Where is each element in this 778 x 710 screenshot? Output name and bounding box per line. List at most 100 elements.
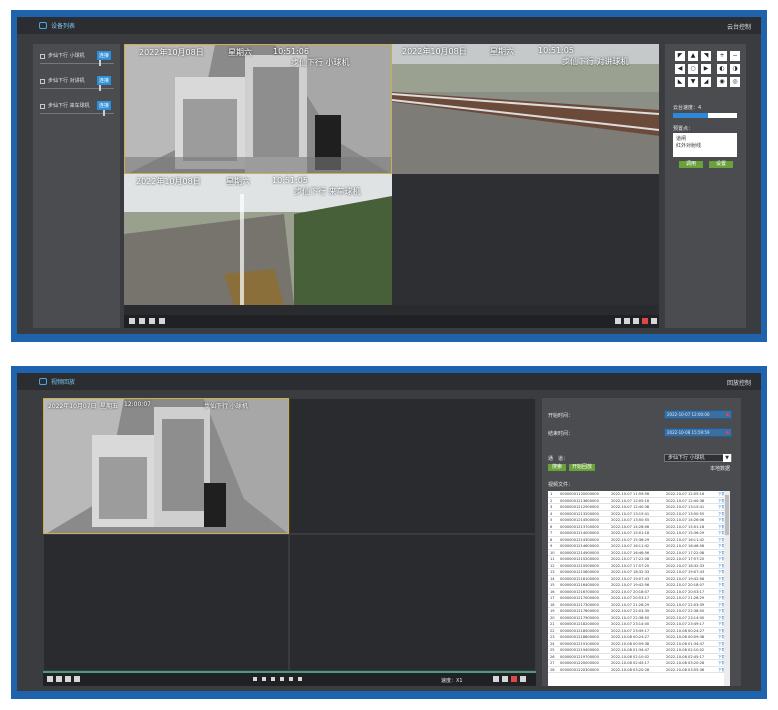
layout-4-icon[interactable]	[56, 676, 62, 682]
record-icon[interactable]	[511, 676, 517, 682]
ptz-up-right-icon[interactable]: ◥	[701, 51, 711, 61]
osd-date: 2022年10月08日	[402, 47, 467, 56]
ptz-control-tab[interactable]: 云台控制	[727, 22, 751, 31]
start-playback-button[interactable]: 开始回放	[569, 464, 595, 471]
ptz-down-right-icon[interactable]: ◢	[701, 77, 711, 87]
camera-name: 步仙下行 对讲机	[48, 78, 85, 84]
panel-title: 视频回放	[51, 379, 76, 386]
playback-video-grid: 2022年10月07日 星期五 12:00:07 步仙下行 小球机 速度：X1	[43, 398, 536, 686]
layout-1-icon[interactable]	[47, 676, 53, 682]
fast-icon[interactable]	[289, 677, 293, 681]
slow-icon[interactable]	[271, 677, 275, 681]
playback-cell-empty[interactable]	[289, 398, 536, 534]
volume-slider-handle[interactable]	[103, 110, 105, 116]
stop-icon[interactable]	[624, 318, 630, 324]
start-time-field[interactable]: 2022-10-07 12:00:00	[664, 410, 732, 419]
camera-checkbox[interactable]	[40, 104, 45, 109]
start-time-value: 2022-10-07 12:00:00	[667, 412, 710, 417]
pause-icon[interactable]	[280, 677, 284, 681]
ptz-speed-slider[interactable]	[673, 113, 737, 118]
iris-close-icon[interactable]: ◎	[730, 77, 740, 87]
layout-9-icon[interactable]	[149, 318, 155, 324]
playback-cell-empty[interactable]	[43, 534, 289, 671]
channel-value: 步仙下行 小球机	[668, 455, 705, 461]
row-number: 28	[550, 667, 555, 672]
connect-button[interactable]: 连接	[97, 76, 112, 85]
capture-icon[interactable]	[493, 676, 499, 682]
calendar-icon[interactable]	[726, 413, 729, 416]
zoom-in-icon[interactable]: +	[717, 51, 727, 61]
ptz-speed-label: 云台速度：	[673, 105, 699, 111]
connect-button[interactable]: 连接	[97, 101, 112, 110]
device-list-window: 设备列表 云台控制 步仙下行 小球机 连接 步仙下行 对讲机 连接 步仙下行 来…	[17, 17, 761, 334]
preset-item[interactable]: 道闸	[673, 136, 737, 143]
ptz-up-icon[interactable]: ▲	[688, 51, 698, 61]
set-preset-button[interactable]: 设置	[709, 161, 733, 168]
ptz-right-icon[interactable]: ▶	[701, 64, 711, 74]
focus-near-icon[interactable]: ◐	[717, 64, 727, 74]
volume-slider-handle[interactable]	[99, 60, 101, 66]
step-icon[interactable]	[298, 677, 302, 681]
video-cell-small-dome[interactable]: 2022年10月08日 星期六 10:51:06 步仙下行 小球机	[124, 44, 392, 174]
playback-cell-empty[interactable]	[289, 534, 536, 671]
video-cell-intercom[interactable]: 2022年10月08日 星期六 10:51:05 步仙下行 对讲球机	[392, 44, 659, 174]
capture-icon[interactable]	[615, 318, 621, 324]
play-icon[interactable]	[253, 677, 257, 681]
layout-1-icon[interactable]	[129, 318, 135, 324]
osd-date: 2022年10月07日	[48, 403, 97, 410]
scrollbar-thumb[interactable]	[725, 495, 729, 535]
video-toolbar	[124, 315, 659, 328]
volume-slider-handle[interactable]	[99, 85, 101, 91]
fullscreen-icon[interactable]	[520, 676, 526, 682]
iris-open-icon[interactable]: ◉	[717, 77, 727, 87]
osd-time: 10:51:05	[538, 46, 574, 55]
video-cell-incoming-dome[interactable]: 2022年10月08日 星期六 10:51:05 步仙下行 来车球机	[124, 174, 392, 305]
end-time-label: 结束时间：	[548, 431, 574, 437]
volume-track	[40, 63, 114, 64]
chevron-down-icon: ▼	[723, 454, 731, 462]
title-bar: 视频回放 回放控制	[17, 373, 761, 390]
file-table-scrollbar[interactable]	[724, 491, 730, 686]
focus-far-icon[interactable]: ◑	[730, 64, 740, 74]
ptz-down-left-icon[interactable]: ◣	[675, 77, 685, 87]
layout-16-icon[interactable]	[74, 676, 80, 682]
ptz-down-icon[interactable]: ▼	[688, 77, 698, 87]
fullscreen-icon[interactable]	[651, 318, 657, 324]
camera-item[interactable]: 步仙下行 小球机 连接	[33, 50, 120, 75]
playback-panel: 视频回放 回放控制 2022年10月07日 星期五 12:00:07 步仙下行 …	[11, 366, 767, 699]
panel-title: 设备列表	[51, 23, 76, 30]
camera-item[interactable]: 步仙下行 来车球机 连接	[33, 100, 120, 125]
playback-cell-small-dome[interactable]: 2022年10月07日 星期五 12:00:07 步仙下行 小球机	[43, 398, 289, 534]
local-data-link[interactable]: 本地数据	[710, 465, 730, 472]
zoom-out-icon[interactable]: −	[730, 51, 740, 61]
call-preset-button[interactable]: 调用	[679, 161, 703, 168]
camera-checkbox[interactable]	[40, 79, 45, 84]
stop-icon[interactable]	[262, 677, 266, 681]
layout-4-icon[interactable]	[139, 318, 145, 324]
playback-control-tab[interactable]: 回放控制	[727, 378, 751, 387]
ptz-up-left-icon[interactable]: ◤	[675, 51, 685, 61]
snapshot-icon[interactable]	[633, 318, 639, 324]
osd-date: 2022年10月08日	[136, 177, 201, 186]
file-end-time: 2022-10-08 03:55:36	[666, 667, 705, 672]
record-icon[interactable]	[642, 318, 648, 324]
ptz-left-icon[interactable]: ◀	[675, 64, 685, 74]
camera-item[interactable]: 步仙下行 对讲机 连接	[33, 75, 120, 100]
calendar-icon[interactable]	[726, 431, 729, 434]
table-row[interactable]: 28 00000001220300000 2022-10-08 03:20:28 20…	[548, 667, 729, 673]
end-time-field[interactable]: 2022-10-08 15:59:59	[664, 428, 732, 437]
snapshot-icon[interactable]	[502, 676, 508, 682]
volume-track	[40, 88, 114, 89]
channel-select[interactable]: 步仙下行 小球机 ▼	[664, 454, 732, 462]
preset-item[interactable]: 红外对射线	[673, 143, 737, 150]
layout-9-icon[interactable]	[65, 676, 71, 682]
search-button[interactable]: 搜索	[548, 464, 566, 471]
camera-name: 步仙下行 小球机	[48, 53, 85, 59]
playback-toolbar: 速度：X1	[43, 673, 536, 686]
camera-checkbox[interactable]	[40, 54, 45, 59]
video-cell-empty[interactable]	[392, 174, 659, 305]
osd-time: 10:51:06	[273, 47, 309, 56]
ptz-auto-icon[interactable]: ○	[688, 64, 698, 74]
connect-button[interactable]: 连接	[97, 51, 112, 60]
layout-16-icon[interactable]	[159, 318, 165, 324]
